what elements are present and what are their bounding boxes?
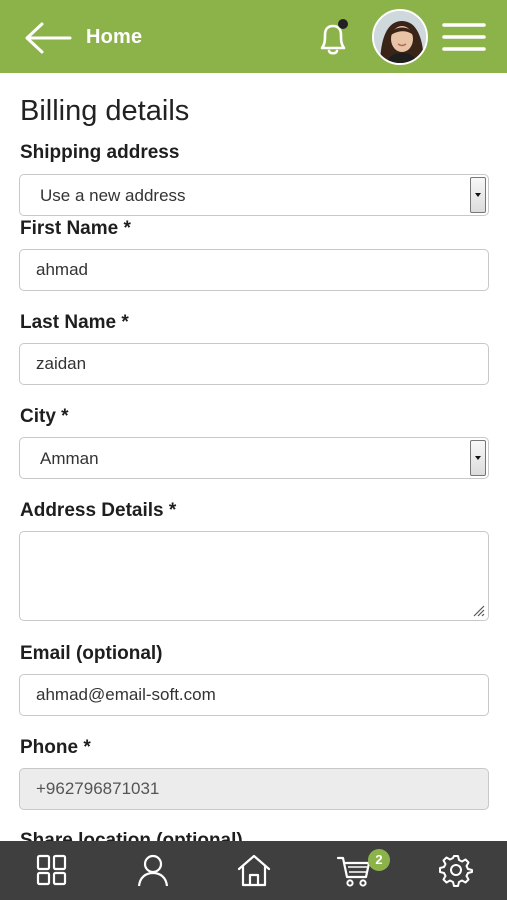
dropdown-arrow-icon: [470, 440, 486, 476]
email-field[interactable]: ahmad@email-soft.com: [19, 674, 489, 716]
user-avatar[interactable]: [372, 9, 428, 65]
app-header: Home: [0, 0, 507, 73]
billing-form: Billing details Shipping address Use a n…: [0, 73, 507, 841]
shipping-address-label: Shipping address: [20, 142, 180, 163]
notifications-button[interactable]: [314, 18, 352, 58]
email-label: Email (optional): [20, 643, 163, 664]
share-location-label: Share location (optional): [20, 830, 243, 841]
first-name-label: First Name *: [20, 218, 131, 239]
bell-icon: [320, 19, 348, 55]
city-label: City *: [20, 406, 69, 427]
nav-cart-button[interactable]: [336, 852, 372, 888]
phone-label: Phone *: [20, 737, 91, 758]
dropdown-arrow-icon: [470, 177, 486, 213]
nav-home-button[interactable]: [236, 852, 272, 888]
user-icon: [137, 854, 169, 887]
gear-icon: [439, 855, 473, 887]
bottom-nav: 2: [0, 841, 507, 900]
nav-categories-button[interactable]: [34, 852, 70, 888]
city-select[interactable]: Amman: [19, 437, 489, 479]
arrow-left-icon: [25, 22, 72, 54]
address-details-textarea[interactable]: [19, 531, 489, 621]
cart-icon: [336, 856, 371, 887]
shipping-address-value: Use a new address: [40, 186, 186, 205]
menu-button[interactable]: [441, 20, 487, 54]
city-value: Amman: [40, 449, 99, 468]
last-name-label: Last Name *: [20, 312, 129, 333]
phone-field: +962796871031: [19, 768, 489, 810]
hamburger-icon: [442, 23, 486, 51]
home-link[interactable]: Home: [86, 26, 142, 49]
home-icon: [237, 854, 271, 887]
resize-grip-icon[interactable]: [472, 604, 485, 617]
grid-icon: [36, 854, 67, 886]
shipping-address-select[interactable]: Use a new address: [19, 174, 489, 216]
cart-count-badge: 2: [368, 849, 390, 871]
profile-photo: [374, 11, 426, 63]
first-name-field[interactable]: ahmad: [19, 249, 489, 291]
address-details-label: Address Details *: [20, 500, 177, 521]
nav-settings-button[interactable]: [438, 852, 474, 888]
nav-profile-button[interactable]: [135, 852, 171, 888]
last-name-field[interactable]: zaidan: [19, 343, 489, 385]
page-title: Billing details: [20, 95, 190, 127]
back-button[interactable]: [22, 20, 74, 56]
